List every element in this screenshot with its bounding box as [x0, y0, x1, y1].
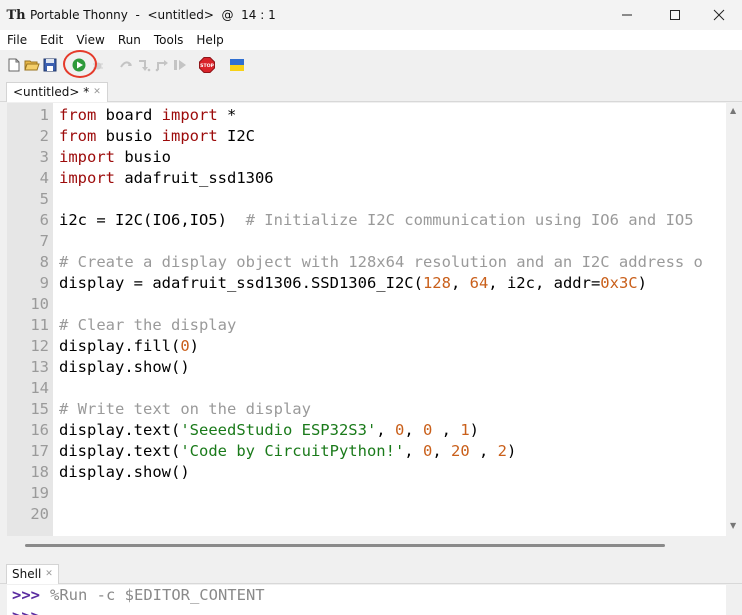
stop-button[interactable]: STOP [199, 57, 215, 73]
tab-untitled[interactable]: <untitled> * ✕ [6, 82, 108, 102]
support-ukraine-button[interactable] [229, 57, 245, 73]
run-button-highlight-circle [63, 50, 97, 78]
shell-tab-bar: Shell ✕ [0, 562, 742, 584]
shell-vertical-scrollbar[interactable] [726, 585, 742, 615]
editor-horizontal-scrollbar[interactable] [7, 536, 726, 554]
menu-help[interactable]: Help [189, 30, 229, 50]
code-line-1: from board import * [59, 106, 237, 124]
code-line-16: display.text('SeeedStudio ESP32S3', 0, 0… [59, 421, 480, 439]
line-number: 19 [30, 484, 49, 502]
step-into-icon [139, 60, 151, 72]
step-out-icon [155, 60, 168, 72]
line-number: 6 [39, 211, 49, 229]
editor-vertical-scrollbar[interactable]: ▲ ▼ [726, 103, 742, 536]
open-file-icon [24, 60, 40, 71]
line-number: 15 [30, 400, 49, 418]
maximize-icon [670, 10, 680, 20]
code-line-11: # Clear the display [59, 316, 237, 334]
code-editor[interactable]: 1 2 3 4 5 6 7 8 9 10 11 12 13 14 15 16 1… [7, 103, 726, 536]
line-number: 2 [39, 127, 49, 145]
scroll-up-arrow-icon[interactable]: ▲ [730, 106, 736, 115]
line-number: 5 [39, 190, 49, 208]
line-number: 11 [30, 316, 49, 334]
close-button[interactable] [696, 0, 742, 30]
thonny-window: Th Portable Thonny - <untitled> @ 14 : 1… [0, 0, 742, 615]
line-number: 10 [30, 295, 49, 313]
line-number: 16 [30, 421, 49, 439]
stop-icon: STOP [199, 57, 215, 73]
code-line-3: import busio [59, 148, 171, 166]
resume-button[interactable] [172, 57, 188, 73]
line-number: 18 [30, 463, 49, 481]
code-line-12: display.fill(0) [59, 337, 200, 355]
code-line-9: display = adafruit_ssd1306.SSD1306_I2C(1… [59, 274, 647, 292]
line-number: 8 [39, 253, 49, 271]
open-file-button[interactable] [24, 57, 40, 73]
menu-view[interactable]: View [69, 30, 110, 50]
step-into-button[interactable] [136, 57, 152, 73]
save-button[interactable] [42, 57, 58, 73]
shell-console[interactable]: >>> %Run -c $EDITOR_CONTENT >>> [7, 585, 726, 615]
line-number: 1 [39, 106, 49, 124]
tab-shell[interactable]: Shell ✕ [6, 564, 59, 584]
save-icon [43, 58, 57, 72]
line-number: 7 [39, 232, 49, 250]
editor-tab-bar: <untitled> * ✕ [0, 80, 742, 102]
thonny-logo-icon: Th [6, 7, 26, 23]
code-line-17: display.text('Code by CircuitPython!', 0… [59, 442, 517, 460]
resume-icon [174, 60, 186, 70]
line-number: 12 [30, 337, 49, 355]
new-file-icon [8, 58, 20, 72]
line-number: 14 [30, 379, 49, 397]
line-number: 4 [39, 169, 49, 187]
line-number: 20 [30, 505, 49, 523]
minimize-icon [622, 14, 632, 16]
step-over-icon [120, 61, 132, 68]
shell-prompt: >>> [12, 586, 40, 604]
code-line-8: # Create a display object with 128x64 re… [59, 253, 703, 271]
menu-bar: File Edit View Run Tools Help [0, 30, 742, 50]
ukraine-flag-icon [230, 59, 244, 71]
step-over-button[interactable] [118, 57, 134, 73]
horizontal-scroll-thumb[interactable] [25, 544, 665, 547]
menu-edit[interactable]: Edit [33, 30, 69, 50]
menu-tools[interactable]: Tools [147, 30, 190, 50]
shell-tab-close-icon[interactable]: ✕ [45, 565, 53, 584]
shell-prompt: >>> [12, 606, 40, 615]
line-number-gutter: 1 2 3 4 5 6 7 8 9 10 11 12 13 14 15 16 1… [7, 103, 53, 536]
minimize-button[interactable] [604, 0, 650, 30]
code-line-6: i2c = I2C(IO6,IO5) # Initialize I2C comm… [59, 211, 694, 229]
line-number: 9 [39, 274, 49, 292]
shell-command: %Run -c $EDITOR_CONTENT [50, 586, 265, 604]
new-file-button[interactable] [6, 57, 22, 73]
line-number: 17 [30, 442, 49, 460]
maximize-button[interactable] [652, 0, 698, 30]
menu-run[interactable]: Run [111, 30, 147, 50]
menu-file[interactable]: File [0, 30, 33, 50]
toolbar: STOP [0, 50, 742, 80]
code-line-13: display.show() [59, 358, 190, 376]
tab-close-icon[interactable]: ✕ [93, 83, 101, 102]
code-line-15: # Write text on the display [59, 400, 311, 418]
line-number: 3 [39, 148, 49, 166]
code-line-4: import adafruit_ssd1306 [59, 169, 274, 187]
close-icon [713, 9, 725, 21]
code-line-2: from busio import I2C [59, 127, 255, 145]
line-number: 13 [30, 358, 49, 376]
step-out-button[interactable] [154, 57, 170, 73]
scroll-down-arrow-icon[interactable]: ▼ [730, 521, 736, 530]
shell-tab-label: Shell [12, 567, 42, 581]
code-line-18: display.show() [59, 463, 190, 481]
svg-text:STOP: STOP [200, 63, 214, 69]
tab-label: <untitled> * [13, 85, 90, 99]
window-title: Portable Thonny - <untitled> @ 14 : 1 [30, 8, 276, 22]
title-bar: Th Portable Thonny - <untitled> @ 14 : 1 [0, 0, 742, 30]
